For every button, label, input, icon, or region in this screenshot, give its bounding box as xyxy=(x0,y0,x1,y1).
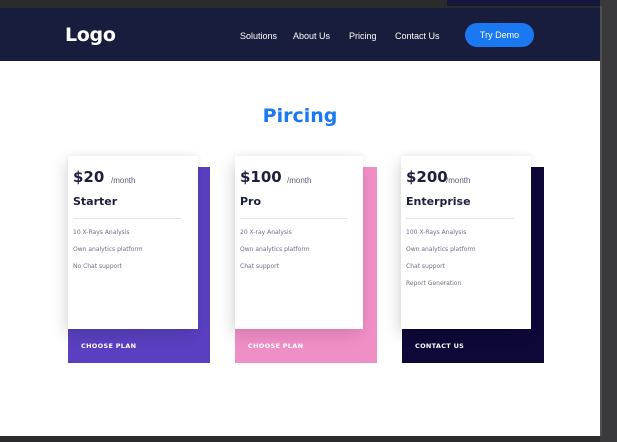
plan-feature: No Chat support xyxy=(73,263,123,270)
nav-link-pricing[interactable]: Pricing xyxy=(349,31,377,41)
plan-feature: Own analytics platform xyxy=(73,246,143,253)
window-right-gutter xyxy=(600,0,617,442)
section-title: Pircing xyxy=(262,105,338,127)
plan-feature: Own analytics platform xyxy=(406,246,476,253)
plan-feature: Own analytics platform xyxy=(240,246,310,253)
plan-period: /month xyxy=(287,176,312,185)
plan-feature: Chat support xyxy=(406,263,445,270)
plan-divider xyxy=(240,218,348,219)
plan-feature: Chat support xyxy=(240,263,279,270)
window-bottom-strip xyxy=(0,436,600,442)
plan-feature: 100 X-Rays Analysis xyxy=(406,229,467,236)
plan-card-pro: $100 /month Pro 20 X-ray Analysis Own an… xyxy=(235,156,363,329)
plan-feature: 20 X-ray Analysis xyxy=(240,229,292,236)
plan-divider xyxy=(73,218,181,219)
plan-name: Pro xyxy=(240,195,262,208)
plan-period: /month xyxy=(446,176,471,185)
navbar: Logo Solutions About Us Pricing Contact … xyxy=(0,8,600,61)
try-demo-button[interactable]: Try Demo xyxy=(465,23,534,47)
nav-link-contact-us[interactable]: Contact Us xyxy=(395,31,440,41)
plan-name: Starter xyxy=(73,195,118,208)
plan-period: /month xyxy=(111,176,136,185)
plan-price: $20 xyxy=(73,168,105,186)
choose-plan-button-starter[interactable]: CHOOSE PLAN xyxy=(81,342,136,350)
plan-price: $200 xyxy=(406,168,448,186)
nav-link-about-us[interactable]: About Us xyxy=(293,31,330,41)
plan-name: Enterprise xyxy=(406,195,471,208)
choose-plan-button-pro[interactable]: CHOOSE PLAN xyxy=(248,342,303,350)
plan-divider xyxy=(406,218,514,219)
nav-link-solutions[interactable]: Solutions xyxy=(240,31,277,41)
page: Logo Solutions About Us Pricing Contact … xyxy=(0,8,600,436)
plan-feature: 10 X-Rays Analysis xyxy=(73,229,130,236)
plan-feature: Report Generation xyxy=(406,280,462,287)
logo[interactable]: Logo xyxy=(65,24,116,46)
plan-card-enterprise: $200 /month Enterprise 100 X-Rays Analys… xyxy=(401,156,531,329)
contact-us-button-enterprise[interactable]: CONTACT US xyxy=(415,342,464,350)
window-right-edge xyxy=(600,6,602,436)
window-top-strip-accent xyxy=(447,0,600,6)
plan-price: $100 xyxy=(240,168,282,186)
plan-card-starter: $20 /month Starter 10 X-Rays Analysis Ow… xyxy=(68,156,198,329)
